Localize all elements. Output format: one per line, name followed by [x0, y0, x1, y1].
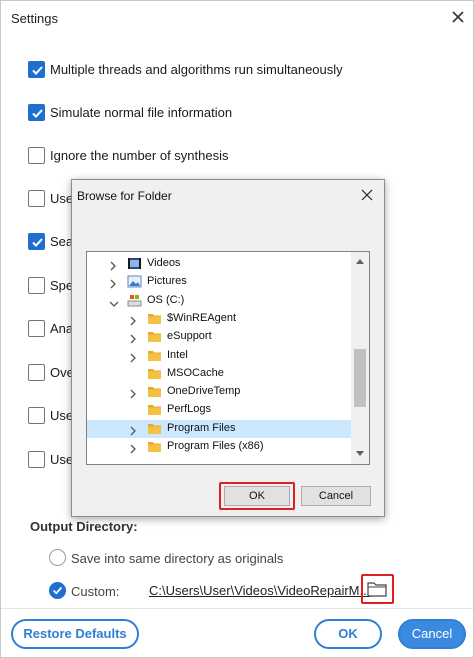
pictures-folder-icon [127, 274, 142, 289]
dialog-title: Browse for Folder [77, 189, 172, 203]
custom-directory-radio[interactable] [49, 582, 66, 599]
option-label: Ignore the number of synthesis [50, 148, 229, 163]
drive-icon [127, 293, 142, 308]
folder-icon [147, 439, 162, 454]
chevron-right-icon[interactable] [129, 387, 137, 399]
tree-item[interactable]: Program Files [87, 419, 353, 438]
option-checkbox[interactable] [28, 320, 45, 337]
tree-item-label: Program Files [167, 421, 236, 434]
folder-tree[interactable]: Videos Pictures OS (C:) $WinREAgent eSupport… [86, 251, 370, 465]
scroll-down-icon[interactable] [356, 451, 364, 457]
check-icon [32, 109, 43, 118]
title-bar: Settings [1, 1, 473, 35]
tree-item-label: $WinREAgent [167, 311, 237, 324]
tree-item[interactable]: OS (C:) [87, 292, 353, 310]
tree-item-label: Pictures [147, 275, 187, 288]
option-label: Multiple threads and algorithms run simu… [50, 62, 343, 77]
option-label: Use [50, 452, 74, 467]
option-checkbox[interactable] [28, 407, 45, 424]
option-checkbox[interactable] [28, 190, 45, 207]
custom-path-link[interactable]: C:\Users\User\Videos\VideoRepairM... [149, 583, 370, 598]
tree-item-label: Videos [147, 257, 181, 269]
tree-item[interactable]: Pictures [87, 273, 353, 291]
tree-item-label: PerfLogs [167, 403, 212, 416]
dialog-ok-highlight [219, 482, 295, 510]
close-icon[interactable] [450, 9, 466, 25]
output-directory-title: Output Directory: [30, 519, 138, 534]
browse-folder-dialog: Browse for Folder Videos Pictures OS (C:) $… [71, 179, 385, 517]
chevron-right-icon[interactable] [109, 259, 117, 271]
folder-icon [147, 311, 162, 326]
tree-item[interactable]: Intel [87, 347, 353, 365]
folder-icon [147, 421, 162, 436]
tree-item-label: Intel [167, 348, 188, 361]
option-checkbox[interactable] [28, 61, 45, 78]
custom-directory-label: Custom: [71, 584, 120, 599]
chevron-down-icon[interactable] [109, 296, 119, 307]
tree-item[interactable]: OneDriveTemp [87, 383, 353, 401]
tree-scrollbar[interactable] [351, 252, 369, 464]
browse-button-highlight [361, 574, 394, 604]
scrollbar-thumb[interactable] [354, 349, 366, 407]
tree-item[interactable]: PerfLogs [87, 401, 353, 419]
chevron-right-icon[interactable] [129, 351, 137, 362]
check-icon [32, 238, 43, 247]
scroll-up-icon[interactable] [356, 258, 364, 264]
option-label: Use [50, 408, 74, 423]
folder-icon [147, 329, 162, 344]
window-title: Settings [11, 11, 58, 26]
folder-icon [147, 402, 162, 417]
folder-icon [147, 366, 162, 381]
option-checkbox[interactable] [28, 277, 45, 294]
chevron-right-icon[interactable] [129, 332, 137, 344]
dialog-close-icon[interactable] [361, 189, 373, 201]
ok-button[interactable]: OK [314, 619, 382, 649]
restore-defaults-button[interactable]: Restore Defaults [11, 619, 139, 649]
same-directory-radio[interactable] [49, 549, 66, 566]
same-directory-label: Save into same directory as originals [71, 551, 284, 566]
option-checkbox[interactable] [28, 233, 45, 250]
chevron-right-icon[interactable] [129, 314, 137, 326]
folder-icon [147, 384, 162, 399]
tree-item-label: OneDriveTemp [167, 385, 241, 398]
option-label: Use [50, 191, 74, 206]
folder-icon [147, 348, 162, 363]
option-checkbox[interactable] [28, 451, 45, 468]
tree-item[interactable]: Videos [87, 255, 353, 273]
cancel-button[interactable]: Cancel [398, 619, 466, 649]
chevron-right-icon[interactable] [129, 424, 137, 436]
option-checkbox[interactable] [28, 147, 45, 164]
tree-item-label: MSOCache [167, 366, 224, 379]
footer-divider [1, 608, 473, 609]
tree-item[interactable]: eSupport [87, 328, 353, 346]
videos-folder-icon [127, 256, 142, 271]
option-checkbox[interactable] [28, 104, 45, 121]
option-checkbox[interactable] [28, 364, 45, 381]
chevron-right-icon[interactable] [129, 442, 137, 454]
check-icon [32, 66, 43, 75]
tree-item-label: OS (C:) [147, 293, 185, 306]
tree-item[interactable]: Program Files (x86) [87, 438, 353, 456]
tree-item-label: Program Files (x86) [167, 440, 264, 452]
dialog-cancel-button[interactable]: Cancel [301, 486, 371, 506]
tree-item[interactable]: $WinREAgent [87, 310, 353, 328]
option-label: Simulate normal file information [50, 105, 233, 120]
chevron-right-icon[interactable] [109, 277, 117, 289]
settings-window: Settings Multiple threads and algorithms… [0, 0, 474, 658]
tree-item-label: eSupport [167, 330, 212, 343]
tree-item[interactable]: MSOCache [87, 365, 353, 383]
